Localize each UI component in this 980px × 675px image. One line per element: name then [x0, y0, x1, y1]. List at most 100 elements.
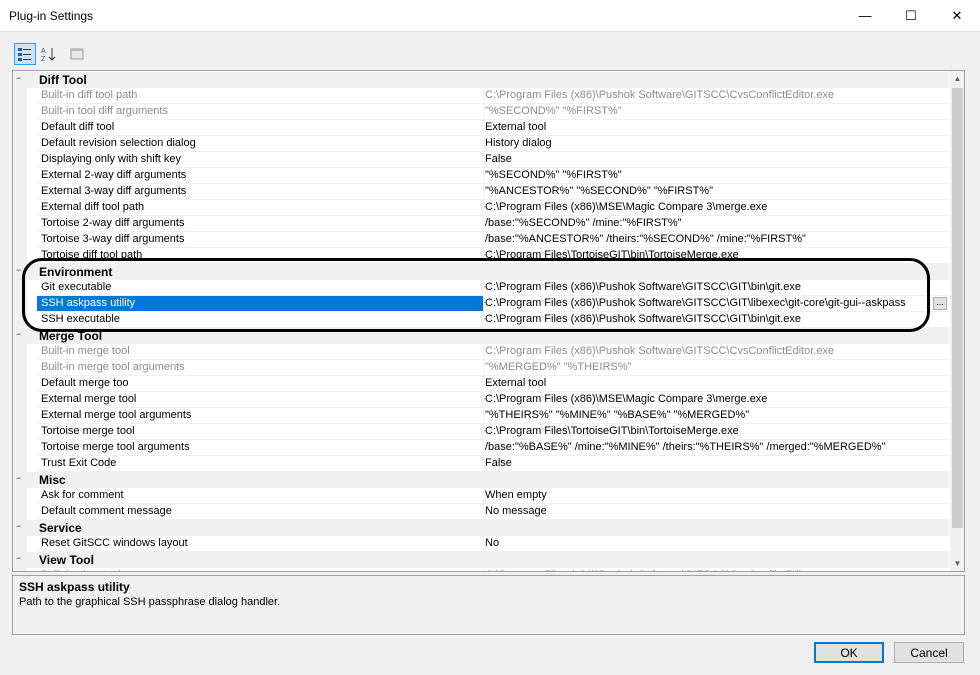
property-value[interactable]: C:\Program Files (x86)\Pushok Software\G…	[483, 88, 949, 104]
property-value[interactable]: C:\Program Files (x86)\Pushok Software\G…	[483, 568, 949, 571]
property-row[interactable]: Built-in diff tool path C:\Program Files …	[13, 88, 949, 104]
category-row[interactable]: − View Tool	[13, 552, 949, 568]
property-value[interactable]: C:\Program Files (x86)\Pushok Software\G…	[483, 344, 949, 360]
property-value[interactable]: When empty	[483, 488, 949, 504]
property-value[interactable]: C:\Program Files (x86)\Pushok Software\G…	[483, 280, 949, 296]
property-name[interactable]: Built-in view tool	[37, 568, 484, 571]
property-name[interactable]: Default revision selection dialog	[37, 136, 484, 152]
browse-ellipsis-button[interactable]: ...	[933, 297, 947, 310]
property-row[interactable]: Built-in merge tool arguments "%MERGED%" …	[13, 360, 949, 376]
property-name[interactable]: Tortoise diff tool path	[37, 248, 484, 264]
property-row[interactable]: SSH askpass utility C:\Program Files (x86…	[13, 296, 949, 312]
property-name[interactable]: Default merge too	[37, 376, 484, 392]
property-value[interactable]: "%MERGED%" "%THEIRS%"	[483, 360, 949, 376]
property-row[interactable]: Displaying only with shift key False	[13, 152, 949, 168]
property-name[interactable]: External merge tool	[37, 392, 484, 408]
collapse-icon[interactable]: −	[16, 73, 21, 83]
property-value[interactable]: C:\Program Files\TortoiseGIT\bin\Tortois…	[483, 248, 949, 264]
collapse-icon[interactable]: −	[16, 521, 21, 531]
category-row[interactable]: − Misc	[13, 472, 949, 488]
property-name[interactable]: Displaying only with shift key	[37, 152, 484, 168]
property-value[interactable]: /base:"%ANCESTOR%" /theirs:"%SECOND%" /m…	[483, 232, 949, 248]
collapse-icon[interactable]: −	[16, 553, 21, 563]
property-row[interactable]: External merge tool arguments "%THEIRS%" …	[13, 408, 949, 424]
property-name[interactable]: Tortoise merge tool arguments	[37, 440, 484, 456]
property-value[interactable]: No message	[483, 504, 949, 520]
alphabetical-button[interactable]: A Z	[38, 43, 60, 65]
property-name[interactable]: Built-in merge tool	[37, 344, 484, 360]
property-name[interactable]: Tortoise 2-way diff arguments	[37, 216, 484, 232]
property-row[interactable]: Tortoise merge tool arguments/base:"%BAS…	[13, 440, 949, 456]
property-value[interactable]: "%SECOND%" "%FIRST%"	[483, 168, 949, 184]
property-name[interactable]: SSH askpass utility	[37, 296, 484, 312]
property-row[interactable]: Tortoise 2-way diff arguments/base:"%SEC…	[13, 216, 949, 232]
property-row[interactable]: External diff tool path C:\Program Files …	[13, 200, 949, 216]
vertical-scrollbar[interactable]: ▲ ▼	[950, 71, 964, 571]
collapse-icon[interactable]: −	[16, 473, 21, 483]
property-row[interactable]: Trust Exit Code False	[13, 456, 949, 472]
property-row[interactable]: Reset GitSCC windows layout No	[13, 536, 949, 552]
property-row[interactable]: Built-in view tool C:\Program Files (x86)…	[13, 568, 949, 571]
property-value[interactable]: /base:"%BASE%" /mine:"%MINE%" /theirs:"%…	[483, 440, 949, 456]
maximize-button[interactable]: ☐	[888, 0, 934, 31]
property-value[interactable]: External tool	[483, 376, 949, 392]
property-value[interactable]: C:\Program Files (x86)\Pushok Software\G…	[483, 312, 949, 328]
property-grid[interactable]: − Diff Tool Built-in diff tool path C:\Prog…	[12, 70, 965, 572]
property-row[interactable]: External 3-way diff arguments "%ANCESTOR%…	[13, 184, 949, 200]
property-row[interactable]: SSH executable C:\Program Files (x86)\Pus…	[13, 312, 949, 328]
property-name[interactable]: Built-in merge tool arguments	[37, 360, 484, 376]
property-row[interactable]: Tortoise 3-way diff arguments/base:"%ANC…	[13, 232, 949, 248]
property-pages-button[interactable]	[66, 43, 88, 65]
category-row[interactable]: − Environment	[13, 264, 949, 280]
property-name[interactable]: Built-in tool diff arguments	[37, 104, 484, 120]
property-row[interactable]: Default merge too External tool	[13, 376, 949, 392]
property-name[interactable]: Trust Exit Code	[37, 456, 484, 472]
property-row[interactable]: Tortoise merge tool C:\Program Files\Tort…	[13, 424, 949, 440]
property-value[interactable]: /base:"%SECOND%" /mine:"%FIRST%"	[483, 216, 949, 232]
property-name[interactable]: Tortoise 3-way diff arguments	[37, 232, 484, 248]
close-button[interactable]: ✕	[934, 0, 980, 31]
scroll-up-icon[interactable]: ▲	[950, 71, 964, 86]
property-name[interactable]: External 2-way diff arguments	[37, 168, 484, 184]
property-value[interactable]: False	[483, 456, 949, 472]
property-value[interactable]: C:\Program Files (x86)\MSE\Magic Compare…	[483, 392, 949, 408]
ok-button[interactable]: OK	[814, 642, 884, 663]
property-name[interactable]: External merge tool arguments	[37, 408, 484, 424]
property-row[interactable]: Default diff tool External tool	[13, 120, 949, 136]
property-name[interactable]: External 3-way diff arguments	[37, 184, 484, 200]
property-row[interactable]: Ask for comment When empty	[13, 488, 949, 504]
category-row[interactable]: − Merge Tool	[13, 328, 949, 344]
property-name[interactable]: Git executable	[37, 280, 484, 296]
category-row[interactable]: − Diff Tool	[13, 72, 949, 88]
collapse-icon[interactable]: −	[16, 265, 21, 275]
property-name[interactable]: Ask for comment	[37, 488, 484, 504]
minimize-button[interactable]: —	[842, 0, 888, 31]
property-row[interactable]: Built-in merge tool C:\Program Files (x86…	[13, 344, 949, 360]
property-value[interactable]: "%THEIRS%" "%MINE%" "%BASE%" "%MERGED%"	[483, 408, 949, 424]
property-name[interactable]: Default comment message	[37, 504, 484, 520]
property-row[interactable]: External 2-way diff arguments "%SECOND%" …	[13, 168, 949, 184]
property-row[interactable]: Built-in tool diff arguments "%SECOND%" "…	[13, 104, 949, 120]
property-value[interactable]: C:\Program Files (x86)\Pushok Software\G…	[483, 296, 949, 312]
scroll-down-icon[interactable]: ▼	[950, 556, 964, 571]
cancel-button[interactable]: Cancel	[894, 642, 964, 663]
scroll-thumb[interactable]	[952, 88, 963, 528]
property-row[interactable]: Default comment message No message	[13, 504, 949, 520]
property-name[interactable]: Tortoise merge tool	[37, 424, 484, 440]
property-value[interactable]: "%ANCESTOR%" "%SECOND%" "%FIRST%"	[483, 184, 949, 200]
property-value[interactable]: External tool	[483, 120, 949, 136]
property-name[interactable]: External diff tool path	[37, 200, 484, 216]
property-value[interactable]: No	[483, 536, 949, 552]
category-row[interactable]: − Service	[13, 520, 949, 536]
property-name[interactable]: Built-in diff tool path	[37, 88, 484, 104]
property-row[interactable]: Git executable C:\Program Files (x86)\Pus…	[13, 280, 949, 296]
property-name[interactable]: SSH executable	[37, 312, 484, 328]
collapse-icon[interactable]: −	[16, 329, 21, 339]
property-row[interactable]: Default revision selection dialog History…	[13, 136, 949, 152]
property-value[interactable]: "%SECOND%" "%FIRST%"	[483, 104, 949, 120]
property-value[interactable]: C:\Program Files (x86)\MSE\Magic Compare…	[483, 200, 949, 216]
property-row[interactable]: Tortoise diff tool path C:\Program Files\…	[13, 248, 949, 264]
property-value[interactable]: History dialog	[483, 136, 949, 152]
property-value[interactable]: C:\Program Files\TortoiseGIT\bin\Tortois…	[483, 424, 949, 440]
categorized-button[interactable]	[14, 43, 36, 65]
